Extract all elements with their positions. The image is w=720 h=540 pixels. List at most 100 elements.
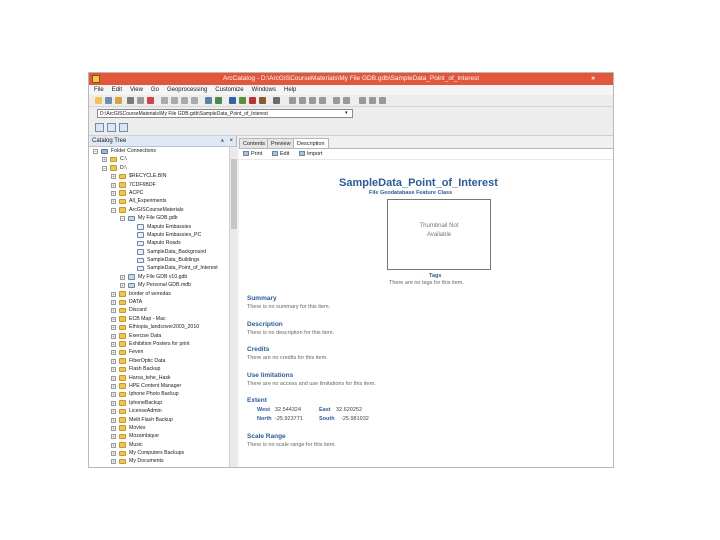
expand-icon[interactable]: + <box>111 174 116 180</box>
tree-item[interactable]: − ArcGISCourseMaterials <box>89 206 236 214</box>
collapse-icon[interactable]: − <box>111 207 116 213</box>
tree-item[interactable]: + Exercise Data <box>89 332 236 340</box>
tree-item[interactable]: + Feven <box>89 348 236 356</box>
expand-icon[interactable]: + <box>111 392 116 398</box>
pan-icon[interactable] <box>309 97 316 104</box>
collapse-icon[interactable]: − <box>120 216 125 222</box>
tree-item[interactable]: + All_Experiments <box>89 197 236 205</box>
tree-item[interactable]: + Discard <box>89 306 236 314</box>
tree-item[interactable]: + Music <box>89 441 236 449</box>
large-icons-icon[interactable] <box>161 97 168 104</box>
expand-icon[interactable]: + <box>111 367 116 373</box>
arctoolbox-icon[interactable] <box>239 97 246 104</box>
connect-folder-icon[interactable] <box>105 97 112 104</box>
back-icon[interactable] <box>333 97 340 104</box>
tree-item[interactable]: + Flash Backup <box>89 365 236 373</box>
delete-icon[interactable] <box>147 97 154 104</box>
tree-item[interactable]: + HPE Content Manager <box>89 382 236 390</box>
help-pointer-icon[interactable] <box>273 97 280 104</box>
print-button[interactable]: Print <box>243 151 262 157</box>
collapse-icon[interactable]: − <box>93 149 98 154</box>
tree-item[interactable]: SampleData_Background <box>89 248 236 256</box>
expand-icon[interactable]: + <box>111 291 116 297</box>
tree-item[interactable]: + ACPC <box>89 189 236 197</box>
expand-icon[interactable]: + <box>111 459 116 465</box>
expand-icon[interactable]: + <box>111 434 116 440</box>
tree-item[interactable]: + DATA <box>89 298 236 306</box>
edit-button[interactable]: Edit <box>271 151 289 157</box>
forward-icon[interactable] <box>343 97 350 104</box>
expand-icon[interactable]: + <box>102 157 107 163</box>
tree-item[interactable]: + Mozambique <box>89 432 236 440</box>
menu-windows[interactable]: Windows <box>249 85 279 95</box>
expand-icon[interactable]: + <box>120 274 125 280</box>
expand-icon[interactable]: + <box>111 442 116 448</box>
catalog-scrollbar[interactable] <box>229 147 237 467</box>
scrollbar-thumb[interactable] <box>231 159 237 229</box>
menu-view[interactable]: View <box>127 85 146 95</box>
menu-help[interactable]: Help <box>281 85 299 95</box>
tree-item[interactable]: + Exhibition Posters for print <box>89 340 236 348</box>
expand-icon[interactable]: + <box>111 383 116 389</box>
tree-item[interactable]: + Harsa_tehe_Hask <box>89 374 236 382</box>
expand-icon[interactable]: + <box>111 341 116 347</box>
location-input[interactable]: D:\ArcGISCourseMaterials\My File GDB.gdb… <box>97 109 353 118</box>
pin-icon[interactable]: ⩚ <box>221 136 224 147</box>
expand-icon[interactable]: + <box>111 425 116 431</box>
expand-icon[interactable]: + <box>111 190 116 196</box>
tree-item[interactable]: Maputo Embassies <box>89 223 236 231</box>
tree-item[interactable]: + My Computers Backups <box>89 449 236 457</box>
python-window-icon[interactable] <box>249 97 256 104</box>
tab-description[interactable]: Description <box>293 138 329 148</box>
import-button[interactable]: Import <box>298 151 322 157</box>
thumbnails-icon[interactable] <box>191 97 198 104</box>
launch-arcmap-icon[interactable] <box>205 97 212 104</box>
tree-item[interactable]: +7CDF6BDF <box>89 181 236 189</box>
tree-item[interactable]: SampleData_Point_of_Interest <box>89 264 236 272</box>
search-window-icon[interactable] <box>229 97 236 104</box>
tree-item[interactable]: + $RECYCLE.BIN <box>89 172 236 180</box>
expand-icon[interactable]: + <box>111 409 116 415</box>
metadata-export-icon[interactable] <box>119 123 128 132</box>
tab-contents[interactable]: Contents <box>239 138 270 148</box>
menu-customize[interactable]: Customize <box>212 85 246 95</box>
toolbar-options-icon[interactable] <box>379 97 386 104</box>
expand-icon[interactable]: + <box>111 451 116 457</box>
zoom-out-icon[interactable] <box>299 97 306 104</box>
tree-item[interactable]: + FiberOptic Data <box>89 357 236 365</box>
list-icon[interactable] <box>171 97 178 104</box>
expand-icon[interactable]: + <box>111 182 116 188</box>
tree-item[interactable]: + ECB Map - Mac <box>89 315 236 323</box>
expand-icon[interactable]: + <box>120 283 125 289</box>
zoom-in-icon[interactable] <box>289 97 296 104</box>
close-icon[interactable]: × <box>229 136 233 147</box>
menu-go[interactable]: Go <box>148 85 162 95</box>
metadata-edit-icon[interactable] <box>107 123 116 132</box>
tree-item[interactable]: + border of woredas <box>89 290 236 298</box>
expand-icon[interactable]: + <box>111 400 116 406</box>
tree-item[interactable]: + Meilt Flash Backup <box>89 416 236 424</box>
tree-item[interactable]: − My File GDB.gdb <box>89 214 236 222</box>
create-thumbnail-icon[interactable] <box>369 97 376 104</box>
expand-icon[interactable]: + <box>111 308 116 314</box>
tab-preview[interactable]: Preview <box>267 138 295 148</box>
expand-icon[interactable]: + <box>111 316 116 322</box>
tree-item[interactable]: + Movies <box>89 424 236 432</box>
tree-item[interactable]: + C:\ <box>89 155 236 163</box>
paste-icon[interactable] <box>137 97 144 104</box>
tree-item[interactable]: SampleData_Buildings <box>89 256 236 264</box>
expand-icon[interactable]: + <box>111 199 116 205</box>
tree-item[interactable]: + My File GDB v10.gdb <box>89 273 236 281</box>
disconnect-folder-icon[interactable] <box>115 97 122 104</box>
expand-icon[interactable]: + <box>111 300 116 306</box>
tree-item[interactable]: Maputo Embassies_PC <box>89 231 236 239</box>
tree-item[interactable]: + LicenseAdmin <box>89 407 236 415</box>
expand-icon[interactable]: + <box>111 350 116 356</box>
collapse-icon[interactable]: − <box>102 165 107 171</box>
menu-edit[interactable]: Edit <box>109 85 125 95</box>
tree-item[interactable]: − Folder Connections <box>89 147 236 155</box>
menu-geoprocessing[interactable]: Geoprocessing <box>164 85 210 95</box>
window-controls[interactable]: » <box>591 73 595 85</box>
expand-icon[interactable]: + <box>111 333 116 339</box>
tree-item[interactable]: Maputo Roads <box>89 239 236 247</box>
